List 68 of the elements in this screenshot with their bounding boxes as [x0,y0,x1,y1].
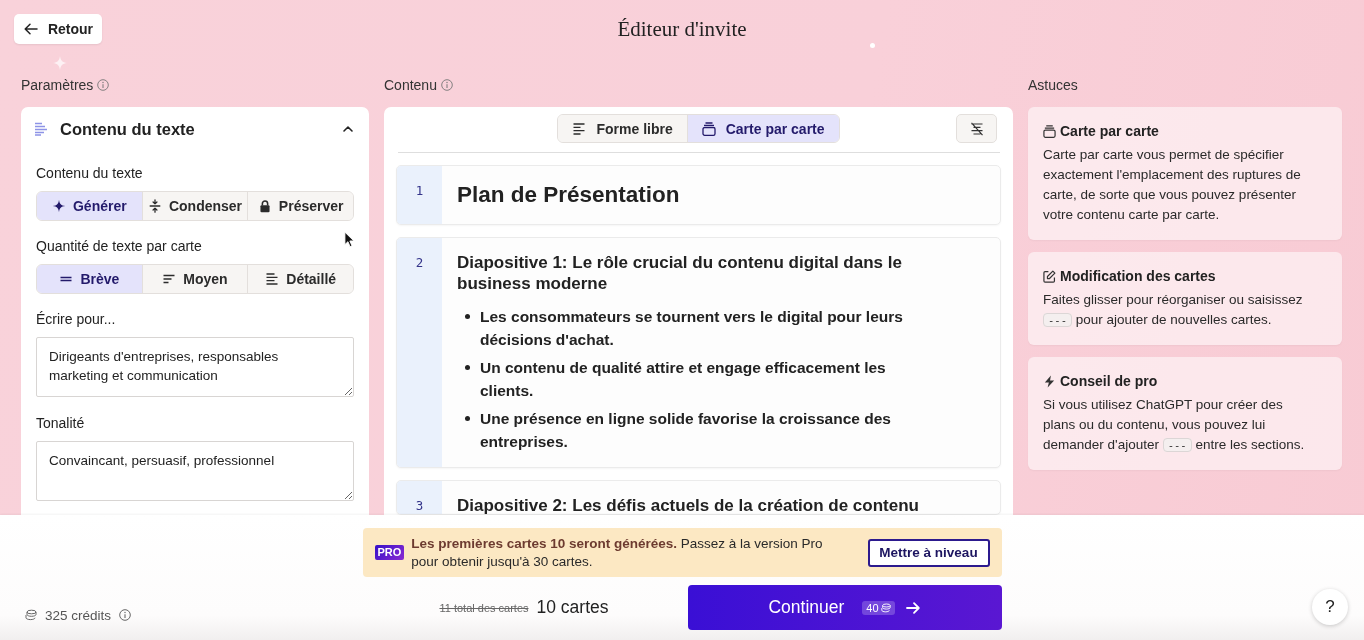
info-icon [119,609,132,621]
card-stack-icon [701,121,716,136]
align-left-icon [572,121,587,136]
tip-title: Carte par carte [1060,123,1159,139]
sparkle-icon [52,199,66,213]
coins-icon [880,602,891,613]
tip-title: Modification des cartes [1060,268,1216,284]
info-icon [440,79,453,91]
card-stack-icon [1043,124,1056,138]
tip-text: Carte par carte vous permet de spécifier exactement l'emplacement des ruptures de carte, de sorte que vous pouvez présenter votre contenu carte par carte. [1043,146,1302,224]
continue-button[interactable]: Continuer 40 [687,585,1002,630]
edit-icon [1043,269,1056,283]
section-label: Paramètres [21,77,94,93]
arrow-right-icon [904,599,921,616]
pro-badge: PRO [374,545,405,560]
text-lines-icon [34,122,48,136]
card-number: 1 [397,166,442,224]
coins-icon [25,609,37,621]
strike-lines-button[interactable] [956,114,997,143]
strike-lines-icon [969,121,984,136]
tone-field[interactable]: Convaincant, persuasif, professionnel [36,441,354,501]
panel-title: Contenu du texte [60,119,196,139]
upgrade-button[interactable]: Mettre à niveau [867,538,990,567]
section-label: Astuces [1028,77,1078,93]
info-icon [97,79,110,91]
field-label: Contenu du texte [36,164,143,183]
sparkle-icon [53,56,67,70]
option-button[interactable]: Générer [37,192,142,220]
dot-icon [870,43,875,48]
credits-count: 325 crédits [45,607,112,623]
four-lines-icon [265,272,280,286]
mode-tab[interactable]: Carte par carte [686,115,839,142]
audience-field[interactable]: Dirigeants d'entreprises, responsables marketing et communication [36,337,354,397]
back-button[interactable]: Retour [14,14,102,44]
tip-text: Si vous utilisez ChatGPT pour créer des plans ou du contenu, vous pouvez lui demander d'ajouter --- entre les sections. [1043,396,1306,454]
field-label: Tonalité [36,414,85,433]
three-lines-icon [162,272,177,286]
bullet-icon [465,314,470,319]
chevron-up-icon[interactable] [342,123,354,135]
compress-icon [147,199,162,213]
section-label: Contenu [384,77,437,93]
bullet-icon [465,365,470,370]
card-number: 3 [397,481,442,514]
option-button[interactable]: Brève [37,265,142,293]
lock-icon [257,199,272,213]
option-button[interactable]: Détaillé [247,265,353,293]
tip-title: Conseil de pro [1060,373,1158,389]
arrow-left-icon [22,21,39,37]
page-title: Éditeur d'invite [617,16,747,42]
card-number: 2 [397,238,442,467]
card-heading: Diapositive 1: Le rôle crucial du contenu digital dans le business moderne [457,252,903,294]
cost-value: 40 [866,601,879,614]
help-button[interactable]: ? [1312,589,1348,625]
card-heading: Diapositive 2: Les défis actuels de la création de contenu [457,495,919,514]
card-total: 10 cartes [536,597,609,618]
field-label: Quantité de texte par carte [36,237,202,256]
mouse-pointer-icon [344,231,355,248]
tip-text: Faites glisser pour réorganiser ou saisissez --- pour ajouter de nouvelles cartes. [1043,291,1304,329]
previous-total: 11 total des cartes [439,601,529,614]
bullet-text: Les consommateurs se tournent vers le digital pour leurs décisions d'achat. [480,307,904,350]
lightning-icon [1043,374,1056,388]
bullet-icon [465,416,470,421]
upgrade-message: Les premières cartes 10 seront générées. Passez à la version Pro pour obtenir jusqu'à 30 cartes. [411,534,824,571]
field-label: Écrire pour... [36,310,116,329]
card-heading: Plan de Présentation [457,181,680,209]
bullet-text: Un contenu de qualité attire et engage efficacement les clients. [480,358,887,401]
bullet-text: Une présence en ligne solide favorise la croissance des entreprises. [480,409,892,452]
option-button[interactable]: Préserver [247,192,353,220]
